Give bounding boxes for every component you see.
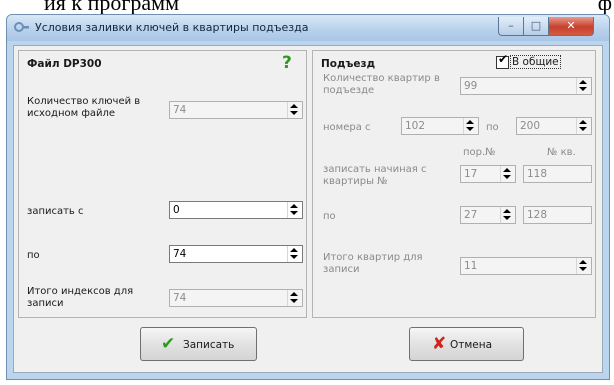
apartments-count-label: Количество квартир в подъезде [323, 73, 440, 96]
keys-in-file-label: Количество ключей в исходном файле [27, 96, 141, 119]
close-icon: ✕ [566, 19, 576, 32]
numbers-to-field: 200 [516, 117, 592, 135]
minimize-button[interactable]: – [498, 17, 524, 36]
keys-in-file-field: 74 [169, 101, 303, 119]
maximize-button[interactable]: □ [523, 17, 549, 36]
start-apartment-value: 118 [527, 168, 548, 180]
cancel-button[interactable]: ✘ Отмена [409, 327, 524, 361]
total-indexes-field: 74 [169, 289, 303, 307]
apartment-number-column-label: № кв. [547, 147, 576, 158]
background-document-text: ия к программ ф [0, 0, 614, 14]
common-checkbox-label[interactable]: В общие [510, 55, 561, 69]
numbers-to-label: по [486, 122, 499, 133]
file-panel-header: Файл DP300 [27, 58, 102, 70]
write-from-label: записать с [27, 206, 84, 217]
window-title: Условия заливки ключей в квартиры подъез… [35, 21, 309, 34]
seq-number-column-label: пор.№ [463, 147, 496, 158]
start-seq-value: 17 [464, 168, 478, 180]
cross-icon: ✘ [432, 334, 447, 354]
file-panel: Файл DP300 ? Количество ключей в исходно… [18, 50, 307, 318]
total-apartments-label: Итого квартир для записи [323, 252, 423, 275]
cancel-button-label: Отмена [450, 339, 493, 351]
end-seq-value: 27 [464, 209, 478, 221]
numbers-from-label: номера с [323, 122, 371, 133]
write-to-value: 74 [173, 248, 187, 260]
write-button[interactable]: ✔ Записать [140, 327, 257, 361]
apartments-count-field: 99 [460, 77, 592, 95]
minimize-icon: – [508, 19, 514, 32]
checkmark-icon: ✔ [161, 334, 176, 354]
spin-arrows-icon [465, 119, 476, 133]
end-apartment-value: 128 [527, 209, 548, 221]
title-bar[interactable]: Условия заливки ключей в квартиры подъез… [7, 15, 609, 41]
maximize-icon: □ [530, 19, 542, 32]
background-text-left: ия к программ [44, 0, 179, 14]
dialog-client-area: Файл DP300 ? Количество ключей в исходно… [13, 45, 603, 373]
start-apartment-field: 118 [523, 165, 592, 183]
spin-arrows-icon [289, 103, 300, 117]
spin-arrows-icon[interactable] [289, 203, 300, 217]
spin-arrows-icon [502, 208, 513, 222]
total-apartments-value: 11 [464, 260, 478, 272]
dialog-window: Условия заливки ключей в квартиры подъез… [6, 14, 610, 380]
numbers-to-value: 200 [520, 120, 541, 132]
write-to-label: по [27, 250, 40, 261]
checkmark-icon: ✔ [498, 52, 509, 66]
numbers-from-value: 102 [405, 120, 426, 132]
total-indexes-label: Итого индексов для записи [27, 286, 134, 309]
entrance-panel: Подъезд ✔ В общие Количество квартир в п… [312, 50, 596, 318]
spin-arrows-icon [578, 259, 589, 273]
close-button[interactable]: ✕ [548, 17, 594, 36]
keys-in-file-value: 74 [173, 104, 187, 116]
write-from-stepper[interactable]: 0 [169, 201, 303, 219]
spin-arrows-icon [578, 79, 589, 93]
write-from-value: 0 [173, 204, 180, 216]
total-apartments-field: 11 [460, 257, 592, 275]
spin-arrows-icon[interactable] [289, 247, 300, 261]
numbers-from-field: 102 [401, 117, 479, 135]
end-apartment-label: по [323, 211, 336, 222]
start-seq-field: 17 [460, 165, 516, 183]
apartments-count-value: 99 [464, 80, 478, 92]
start-apartment-label: записать начиная с квартиры № [323, 164, 427, 187]
entrance-panel-header: Подъезд [321, 58, 376, 70]
spin-arrows-icon [289, 291, 300, 305]
total-indexes-value: 74 [173, 292, 187, 304]
background-text-right: ф [597, 0, 612, 14]
end-seq-field: 27 [460, 206, 516, 224]
app-icon [14, 22, 29, 32]
write-button-label: Записать [183, 339, 235, 351]
spin-arrows-icon [502, 167, 513, 181]
end-apartment-field: 128 [523, 206, 592, 224]
help-icon[interactable]: ? [282, 53, 292, 73]
write-to-stepper[interactable]: 74 [169, 245, 303, 263]
spin-arrows-icon [578, 119, 589, 133]
